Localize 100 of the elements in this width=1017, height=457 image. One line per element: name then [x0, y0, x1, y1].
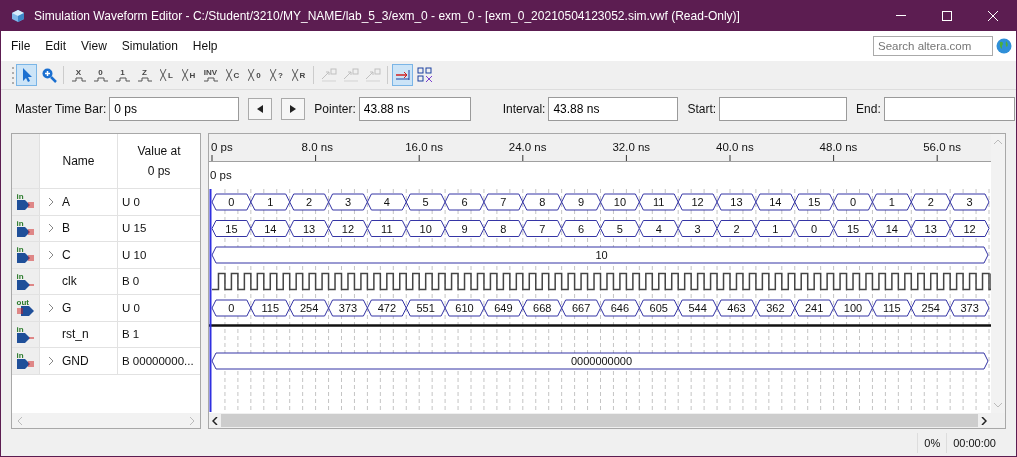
tool-button[interactable]: Z [134, 64, 155, 86]
tool-button[interactable]: X [68, 64, 89, 86]
horizontal-scrollbar[interactable] [209, 413, 1005, 428]
menu-item[interactable]: Help [192, 39, 218, 53]
tool-button[interactable]: INV [200, 64, 221, 86]
signal-name[interactable]: rst_n [62, 327, 89, 342]
tool-button[interactable]: 1 [112, 64, 133, 86]
minimize-icon [896, 15, 906, 16]
search-field[interactable]: Search altera.com [873, 36, 993, 56]
time-ruler-label: 48.0 ns [819, 141, 858, 153]
time-ruler-label: 0 ps [211, 141, 233, 153]
node-arrow-icon [341, 67, 360, 83]
signal-value: B 0 [121, 274, 141, 290]
bus-value-segment: 605 [638, 299, 679, 317]
signal-value: U 15 [121, 221, 148, 237]
left-triangle-icon [257, 105, 264, 113]
tool-button[interactable]: H [178, 64, 199, 86]
tool-button[interactable]: 0 [244, 64, 265, 86]
cursor-time-label: 0 ps [210, 169, 232, 181]
bus-transition-icon [248, 68, 256, 82]
bus-value-segment: 1 [250, 193, 291, 211]
expand-chevron-icon[interactable] [47, 249, 55, 260]
pin-direction-label: in [16, 193, 24, 201]
bus-value-segment: 8 [483, 220, 524, 237]
bus-value-segment: 2 [910, 193, 951, 211]
bus-value-segment: 9 [444, 220, 485, 237]
bus-value-segment: 14 [250, 220, 291, 237]
bus-transition-icon [270, 68, 278, 82]
tool-button[interactable]: C [222, 64, 243, 86]
time-ruler-label: 56.0 ns [923, 141, 961, 153]
signal-name[interactable]: clk [62, 274, 77, 289]
tool-button[interactable] [16, 64, 37, 86]
time-cursor[interactable] [209, 188, 212, 412]
signal-value: U 0 [121, 194, 141, 210]
close-icon [987, 9, 999, 22]
signal-name[interactable]: A [62, 194, 70, 209]
menu-item[interactable]: File [11, 39, 31, 53]
signal-name[interactable]: B [62, 221, 70, 236]
progress-percent: 0% [917, 433, 947, 453]
pin-direction-label: out [16, 299, 29, 307]
menu-item[interactable]: Simulation [121, 39, 178, 53]
toolbar-grip [11, 65, 15, 85]
level-line-icon [92, 77, 109, 82]
pointer-label: Pointer: [314, 102, 356, 116]
scrollbar-thumb[interactable] [221, 414, 978, 427]
previous-button[interactable] [248, 98, 273, 120]
bus-value-segment: 610 [444, 299, 485, 317]
horizontal-scrollbar[interactable] [12, 413, 200, 428]
interval-field[interactable]: 43.88 ns [548, 97, 679, 121]
bus-value-segment: 254 [289, 299, 330, 317]
start-field[interactable] [719, 97, 848, 121]
bus-value-segment: 5 [600, 220, 640, 237]
end-field[interactable] [883, 97, 1015, 121]
scroll-right-icon [981, 416, 987, 425]
tool-button[interactable]: 0 [90, 64, 111, 86]
bus-value-segment: 463 [716, 299, 757, 317]
bus-value-segment: 1 [755, 220, 796, 237]
pin-direction-label: in [16, 246, 24, 254]
tool-button[interactable]: ? [266, 64, 287, 86]
expand-chevron-icon[interactable] [47, 302, 55, 313]
master-time-bar-label: Master Time Bar: [15, 102, 107, 116]
scroll-down-icon [994, 402, 1002, 408]
bus-value-segment: 0 [211, 193, 252, 211]
arrange-icon [416, 67, 433, 83]
scroll-right-icon [189, 416, 195, 425]
time-ruler-label: 24.0 ns [508, 141, 547, 153]
menu-item[interactable]: View [81, 39, 107, 53]
bus-value-segment: 373 [328, 299, 368, 317]
menu-item[interactable]: Edit [45, 39, 67, 53]
globe-icon[interactable] [996, 38, 1012, 54]
next-button[interactable] [281, 98, 306, 120]
master-time-field[interactable]: 0 ps [109, 97, 240, 121]
expand-chevron-icon[interactable] [47, 196, 55, 207]
bus-value-segment: 649 [483, 299, 524, 317]
bus-value-segment: 3 [328, 193, 368, 211]
bus-value-segment: 472 [366, 299, 407, 317]
expand-chevron-icon[interactable] [47, 355, 55, 366]
signal-name[interactable]: G [62, 300, 72, 315]
tool-button[interactable]: L [156, 64, 177, 86]
bus-value-segment: 8 [522, 193, 563, 211]
value-time-header: 0 ps [147, 164, 171, 178]
tool-button[interactable]: R [288, 64, 309, 86]
bus-value-segment: 115 [250, 299, 291, 317]
expand-chevron-icon[interactable] [47, 223, 55, 234]
pin-direction-label: in [16, 325, 24, 333]
tool-button[interactable] [392, 64, 413, 86]
pointer-field[interactable]: 43.88 ns [358, 97, 471, 121]
bus-value-segment: 10 [600, 193, 640, 211]
scroll-left-icon [17, 416, 23, 425]
time-ruler-label: 8.0 ns [301, 141, 333, 153]
bus-value-segment: 4 [638, 220, 679, 237]
bus-value-segment: 10 [405, 220, 446, 237]
bus-value-segment: 3 [949, 193, 990, 211]
bus-value-segment: 2 [716, 220, 757, 237]
signal-name[interactable]: GND [62, 353, 89, 368]
signal-name[interactable]: C [62, 247, 71, 262]
time-ruler-label: 40.0 ns [716, 141, 754, 153]
vertical-scrollbar[interactable] [991, 134, 1005, 413]
bus-value-segment: 646 [600, 299, 640, 317]
bus-value-segment: 12 [328, 220, 368, 237]
